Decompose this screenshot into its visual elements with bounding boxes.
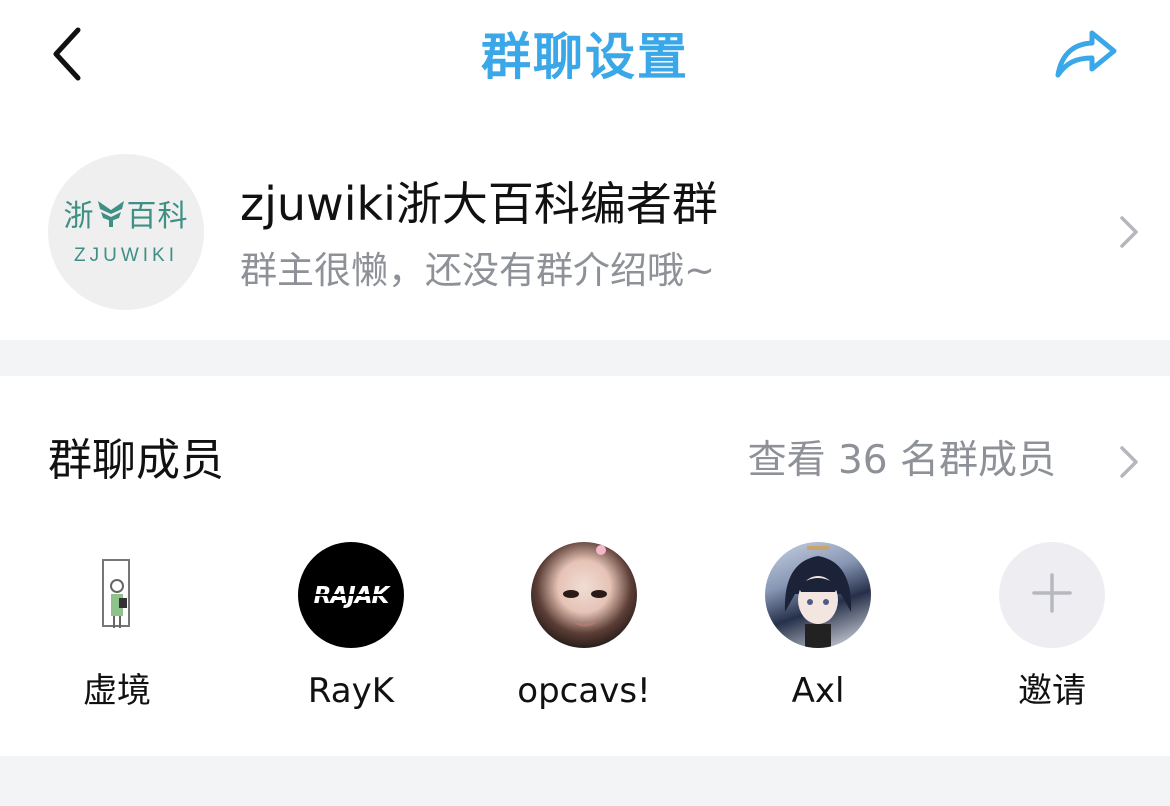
view-all-members-link[interactable]: 查看 36 名群成员 — [748, 434, 1056, 488]
group-info-row[interactable]: 浙 百科 ZJUWIKI zjuwiki浙大百科编者群 群主很懒，还没有群介绍哦… — [0, 118, 1170, 340]
group-logo: 浙 百科 — [64, 198, 189, 237]
logo-bird-icon — [97, 198, 125, 237]
member-item[interactable]: opcavs! — [494, 542, 674, 722]
members-section-title: 群聊成员 — [48, 435, 224, 486]
member-avatar: RAJAK — [298, 542, 404, 648]
invite-button[interactable]: 邀请 — [962, 542, 1142, 722]
doodle-figure-icon — [102, 559, 130, 628]
share-button[interactable] — [1046, 22, 1126, 90]
member-avatar — [765, 542, 871, 648]
member-avatar — [64, 542, 170, 648]
chevron-right-icon[interactable] — [1114, 442, 1144, 482]
invite-label: 邀请 — [1018, 671, 1086, 711]
member-item[interactable]: Axl — [728, 542, 908, 722]
share-arrow-icon — [1054, 27, 1118, 85]
group-avatar: 浙 百科 ZJUWIKI — [48, 154, 204, 310]
member-item[interactable]: RAJAK RayK — [261, 542, 441, 722]
page-title: 群聊设置 — [481, 28, 689, 86]
group-members-section: 群聊成员 查看 36 名群成员 虚境 RAJAK RayK opcavs! Ax… — [0, 376, 1170, 756]
member-avatar — [531, 542, 637, 648]
member-name: opcavs! — [517, 671, 651, 711]
member-name: RayK — [307, 671, 395, 711]
group-name: zjuwiki浙大百科编者群 — [240, 177, 718, 231]
nav-bar: 群聊设置 — [0, 0, 1170, 118]
chevron-right-icon — [1114, 212, 1144, 252]
invite-circle — [999, 542, 1105, 648]
member-name: Axl — [791, 671, 845, 711]
member-name: 虚境 — [83, 671, 151, 711]
plus-icon — [1030, 571, 1074, 619]
group-description: 群主很懒，还没有群介绍哦~ — [240, 249, 716, 292]
member-item[interactable]: 虚境 — [27, 542, 207, 722]
group-settings-page: 群聊设置 浙 百科 ZJUWIKI zjuwiki浙大百科编者群 群主很懒，还没… — [0, 0, 1170, 806]
